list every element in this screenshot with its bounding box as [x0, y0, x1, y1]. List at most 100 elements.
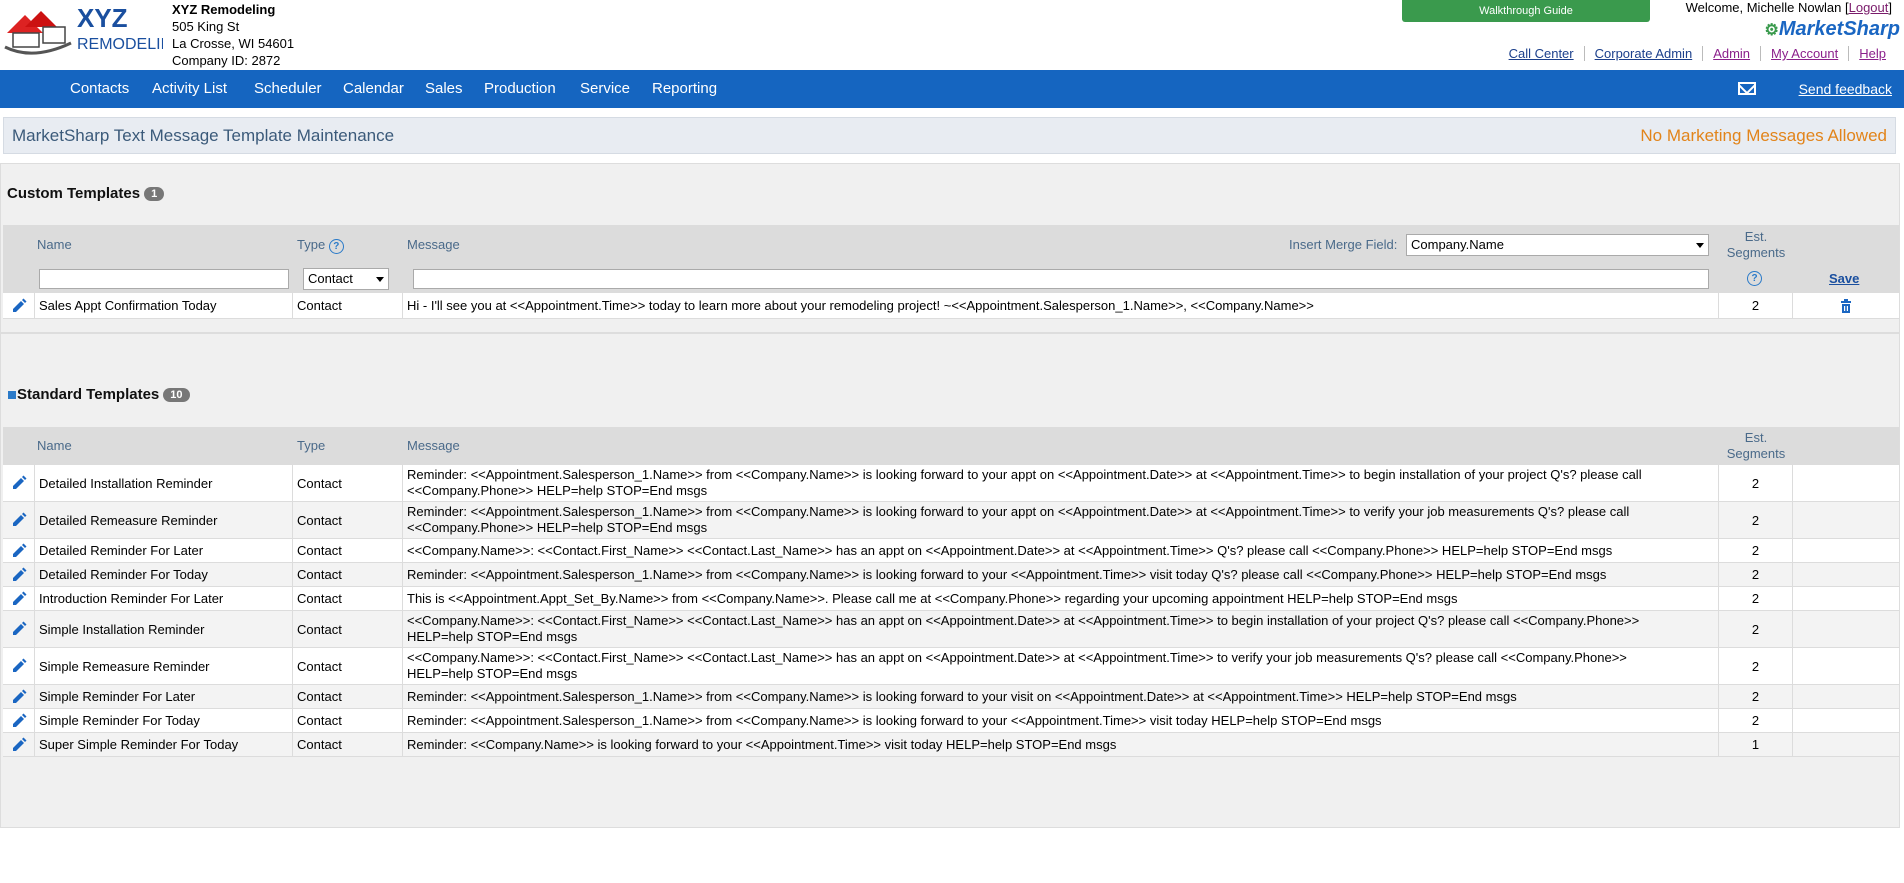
merge-field-label: Insert Merge Field:	[1289, 237, 1398, 252]
template-name: Simple Installation Reminder	[35, 611, 293, 647]
edit-cell[interactable]	[3, 685, 35, 708]
new-template-name-input[interactable]	[39, 269, 289, 289]
nav-calendar[interactable]: Calendar	[343, 70, 404, 108]
col-message-header: Message	[407, 237, 460, 252]
table-row: Detailed Reminder For Today Contact Remind…	[3, 563, 1899, 587]
pencil-icon[interactable]	[11, 658, 27, 674]
template-message: Reminder: <<Appointment.Salesperson_1.Na…	[403, 502, 1719, 538]
nav-contacts[interactable]: Contacts	[70, 70, 129, 108]
corporate-admin-link[interactable]: Corporate Admin	[1583, 46, 1703, 61]
template-message: Hi - I'll see you at <<Appointment.Time>…	[403, 293, 1719, 318]
standard-templates-count: 10	[163, 388, 190, 403]
nav-reporting[interactable]: Reporting	[652, 70, 717, 108]
walkthrough-guide-button[interactable]: Walkthrough Guide	[1402, 0, 1650, 22]
welcome-label: Welcome, Michelle Nowlan [	[1685, 0, 1849, 15]
expand-icon[interactable]	[8, 391, 16, 400]
template-type: Contact	[293, 685, 403, 708]
new-template-message-input[interactable]	[413, 269, 1709, 289]
marketsharp-logo: ⚙MarketSharp	[1765, 18, 1901, 41]
delete-cell[interactable]	[1793, 293, 1899, 318]
company-info: XYZ Remodeling 505 King St La Crosse, WI…	[172, 1, 294, 69]
custom-templates-panel: Custom Templates 1 Name Type ? Message In…	[0, 163, 1900, 333]
logo-xyz: XYZ	[77, 3, 128, 33]
custom-header-row: Name Type ? Message Insert Merge Field: …	[3, 225, 1899, 265]
action-cell	[1793, 465, 1899, 501]
nav-scheduler[interactable]: Scheduler	[254, 70, 322, 108]
template-message: Reminder: <<Appointment.Salesperson_1.Na…	[403, 709, 1719, 732]
merge-field-value: Company.Name	[1411, 237, 1504, 252]
action-cell	[1793, 563, 1899, 586]
edit-cell[interactable]	[3, 733, 35, 756]
col-est-label: Est.	[1744, 430, 1768, 445]
edit-cell[interactable]	[3, 465, 35, 501]
admin-link[interactable]: Admin	[1702, 46, 1760, 61]
col-name-header: Name	[37, 438, 72, 453]
trash-icon[interactable]	[1840, 298, 1852, 313]
merge-field-select[interactable]: Company.Name	[1406, 234, 1709, 256]
company-logo: XYZ REMODELING	[3, 3, 185, 55]
standard-header-row: Name Type Message Est. Segments	[3, 427, 1899, 465]
nav-production[interactable]: Production	[484, 70, 556, 108]
segments-help-icon[interactable]: ?	[1747, 271, 1762, 286]
pencil-icon[interactable]	[11, 713, 27, 729]
pencil-icon[interactable]	[11, 543, 27, 559]
col-type-header: Type ?	[297, 237, 344, 254]
pencil-icon[interactable]	[11, 298, 27, 314]
template-type: Contact	[293, 563, 403, 586]
pencil-icon[interactable]	[11, 689, 27, 705]
edit-cell[interactable]	[3, 587, 35, 610]
top-links: Call Center Corporate Admin Admin My Acc…	[1499, 46, 1896, 61]
nav-activity-list[interactable]: Activity List	[152, 70, 227, 108]
edit-cell[interactable]	[3, 539, 35, 562]
new-template-type-select[interactable]: Contact	[303, 268, 389, 290]
template-segments: 2	[1719, 539, 1793, 562]
edit-cell[interactable]	[3, 611, 35, 647]
action-cell	[1793, 648, 1899, 684]
edit-cell[interactable]	[3, 563, 35, 586]
pencil-icon[interactable]	[11, 567, 27, 583]
edit-cell[interactable]	[3, 502, 35, 538]
pencil-icon[interactable]	[11, 512, 27, 528]
template-message: Reminder: <<Company.Name>> is looking fo…	[403, 733, 1719, 756]
pencil-icon[interactable]	[11, 621, 27, 637]
save-link[interactable]: Save	[1829, 271, 1859, 286]
call-center-link[interactable]: Call Center	[1499, 46, 1584, 61]
nav-sales[interactable]: Sales	[425, 70, 463, 108]
template-message: Reminder: <<Appointment.Salesperson_1.Na…	[403, 563, 1719, 586]
col-est-label: Est.	[1744, 229, 1768, 244]
help-icon[interactable]: ?	[328, 239, 344, 254]
table-row: Detailed Installation Reminder Contact Rem…	[3, 465, 1899, 502]
col-name-header: Name	[37, 237, 72, 252]
custom-templates-title: Custom Templates	[7, 185, 141, 202]
chevron-down-icon	[1696, 243, 1704, 248]
pencil-icon[interactable]	[11, 475, 27, 491]
edit-cell[interactable]	[3, 709, 35, 732]
col-segments-label: Segments	[1726, 446, 1786, 461]
logo-remodeling: REMODELING	[77, 36, 163, 53]
table-row: Simple Reminder For Later Contact Reminder…	[3, 685, 1899, 709]
pencil-icon[interactable]	[11, 591, 27, 607]
help-link[interactable]: Help	[1848, 46, 1896, 61]
action-cell	[1793, 502, 1899, 538]
company-address2: La Crosse, WI 54601	[172, 36, 295, 51]
send-feedback-link[interactable]: Send feedback	[1799, 70, 1892, 108]
table-row: Introduction Reminder For Later Contact Th…	[3, 587, 1899, 611]
nav-service[interactable]: Service	[580, 70, 630, 108]
template-segments: 2	[1719, 293, 1793, 318]
edit-cell[interactable]	[3, 293, 35, 318]
company-name: XYZ Remodeling	[172, 2, 276, 17]
logout-link[interactable]: Logout	[1849, 0, 1889, 15]
marketing-notice: No Marketing Messages Allowed	[1640, 126, 1887, 145]
template-type: Contact	[293, 465, 403, 501]
template-type: Contact	[293, 539, 403, 562]
top-header: XYZ REMODELING XYZ Remodeling 505 King S…	[0, 0, 1904, 70]
col-segments-label: Segments	[1726, 245, 1786, 260]
mail-icon	[1738, 82, 1756, 95]
action-cell	[1793, 709, 1899, 732]
pencil-icon[interactable]	[11, 737, 27, 753]
my-account-link[interactable]: My Account	[1760, 46, 1848, 61]
page-title: MarketSharp Text Message Template Mainte…	[12, 126, 395, 145]
template-segments: 2	[1719, 709, 1793, 732]
chevron-down-icon	[376, 277, 384, 282]
edit-cell[interactable]	[3, 648, 35, 684]
